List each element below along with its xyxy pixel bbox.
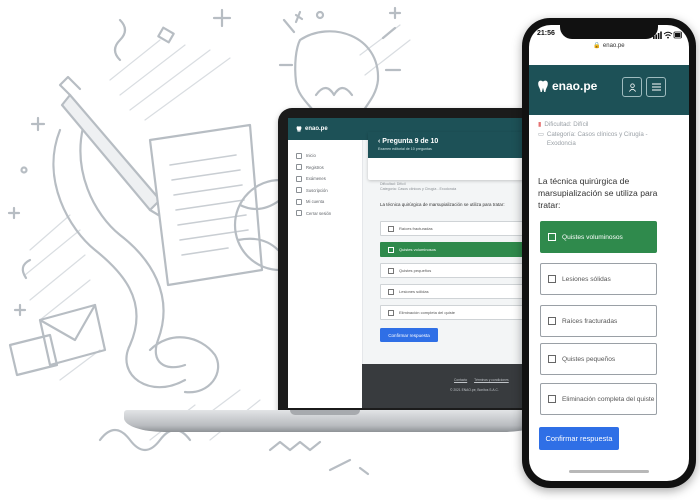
answer-option[interactable]: Eliminación completa del quiste <box>380 305 526 320</box>
lock-icon: 🔒 <box>593 43 601 49</box>
user-icon <box>296 198 302 205</box>
nav-item-inicio[interactable]: Inicio <box>288 150 362 162</box>
address-bar[interactable]: 🔒 enao.pe <box>529 40 689 51</box>
question-meta: Dificultad: Difícil Categoría: Casos clí… <box>380 182 456 192</box>
answer-option[interactable]: Eliminación completa del quiste <box>540 383 657 415</box>
checkbox-icon <box>388 267 394 274</box>
answer-option[interactable]: Quistes pequeños <box>380 263 526 278</box>
nav-item-label: Exámenes <box>306 176 326 182</box>
question-title: Pregunta 9 de 10 <box>382 138 439 145</box>
answer-option-label: Quistes pequeños <box>562 355 616 363</box>
checkbox-icon <box>388 225 394 232</box>
phone-screen: 21:56 🔒 enao.pe enao.pe ▮ Dificultad: Dif… <box>529 25 689 481</box>
nav-item-examenes[interactable]: Exámenes <box>288 173 362 185</box>
answer-option[interactable]: Raíces fracturadas <box>380 221 526 236</box>
laptop-brand[interactable]: enao.pe <box>288 118 362 140</box>
card-icon <box>296 187 302 194</box>
checkbox-checked-icon <box>388 246 394 253</box>
category-text: Categoría: Casos clínicos y Cirugía - Ex… <box>546 130 648 148</box>
logout-icon <box>296 210 302 217</box>
difficulty-icon: ▮ <box>538 121 542 128</box>
list-icon <box>296 164 302 171</box>
question-header-card: ‹ Pregunta 9 de 10 Examen editorial de 1… <box>368 132 534 180</box>
phone-brand[interactable]: enao.pe <box>537 79 597 93</box>
answer-option-label: Eliminación completa del quiste <box>399 310 456 315</box>
question-text: La técnica quirúrgica de marsupializació… <box>380 202 505 207</box>
nav-item-label: Mi cuenta <box>306 199 325 205</box>
confirm-answer-button[interactable]: Confirmar respuesta <box>380 328 438 342</box>
answer-option-label: Lesiones sólidas <box>399 289 429 294</box>
answer-option-label: Quistes voluminosos <box>399 247 436 252</box>
answer-option[interactable]: Raíces fracturadas <box>540 305 657 337</box>
question-subtitle: Examen editorial de 10 preguntas <box>378 147 432 151</box>
nav-item-mi-cuenta[interactable]: Mi cuenta <box>288 196 362 208</box>
checkbox-icon <box>388 288 394 295</box>
question-text: La técnica quirúrgica de marsupializació… <box>538 176 658 210</box>
answer-option-label: Raíces fracturadas <box>399 226 433 231</box>
signal-wifi-battery-icon <box>653 31 682 39</box>
hamburger-menu-icon <box>651 83 661 91</box>
status-time: 21:56 <box>537 30 555 37</box>
laptop-main: ‹ Pregunta 9 de 10 Examen editorial de 1… <box>362 118 540 408</box>
phone-header: enao.pe <box>529 65 689 115</box>
home-indicator <box>569 470 649 473</box>
question-title-bar: ‹ Pregunta 9 de 10 Examen editorial de 1… <box>368 132 534 158</box>
user-icon <box>628 82 636 92</box>
footer-copyright: © 2021 ENAO.pe, Bonitos S.A.C. <box>450 388 499 392</box>
footer-link-terminos[interactable]: Términos y condiciones <box>474 378 509 382</box>
answer-option-label: Quistes voluminosos <box>562 233 623 241</box>
tooth-logo-icon <box>296 126 302 132</box>
home-icon <box>296 152 302 159</box>
answer-option-selected[interactable]: Quistes voluminosos <box>380 242 526 257</box>
answer-option-label: Quistes pequeños <box>399 268 432 273</box>
answer-option[interactable]: Lesiones sólidas <box>540 263 657 295</box>
answer-option-label: Eliminación completa del quiste <box>562 395 655 403</box>
answer-option-label: Lesiones sólidas <box>562 275 611 283</box>
answer-option-label: Raíces fracturadas <box>562 317 618 325</box>
answer-option[interactable]: Quistes pequeños <box>540 343 657 375</box>
category-text: Categoría: Casos clínicos y Cirugía - Ex… <box>380 187 457 191</box>
nav-item-label: Cerrar sesión <box>306 210 332 216</box>
laptop-screen: enao.pe Inicio Registros Exámenes Suscri… <box>288 118 540 408</box>
checkbox-checked-icon <box>548 233 556 241</box>
answer-option-selected[interactable]: Quistes voluminosos <box>540 221 657 253</box>
laptop-sidebar: enao.pe Inicio Registros Exámenes Suscri… <box>288 118 363 408</box>
footer-link-contacto[interactable]: Contacto <box>454 378 467 382</box>
checkbox-icon <box>548 317 556 325</box>
category-icon: ▭ <box>538 130 544 138</box>
menu-button[interactable] <box>646 77 666 97</box>
laptop-notch <box>290 410 360 415</box>
difficulty-text: Dificultad: Difícil <box>544 121 589 128</box>
laptop-brand-name: enao.pe <box>305 126 328 132</box>
address-url: enao.pe <box>602 42 625 49</box>
exam-icon <box>296 175 302 182</box>
laptop-footer: Contacto Términos y condiciones © 2021 E… <box>362 364 540 408</box>
laptop-nav: Inicio Registros Exámenes Suscripción Mi… <box>288 140 362 219</box>
answer-option[interactable]: Lesiones sólidas <box>380 284 526 299</box>
account-button[interactable] <box>622 77 642 97</box>
checkbox-icon <box>388 309 394 316</box>
checkbox-icon <box>548 355 556 363</box>
checkbox-icon <box>548 395 556 403</box>
nav-item-label: Inicio <box>306 153 316 159</box>
nav-item-label: Registros <box>306 164 324 170</box>
checkbox-icon <box>548 275 556 283</box>
nav-item-label: Suscripción <box>306 187 328 193</box>
phone-brand-name: enao.pe <box>552 79 598 93</box>
nav-item-registros[interactable]: Registros <box>288 162 362 174</box>
phone-notch <box>560 25 658 39</box>
confirm-answer-button[interactable]: Confirmar respuesta <box>539 427 619 450</box>
question-meta: ▮ Dificultad: Difícil ▭ Categoría: Casos c… <box>538 120 663 149</box>
nav-item-cerrar-sesion[interactable]: Cerrar sesión <box>288 208 362 220</box>
tooth-logo-icon <box>538 80 548 92</box>
nav-item-suscripcion[interactable]: Suscripción <box>288 185 362 197</box>
